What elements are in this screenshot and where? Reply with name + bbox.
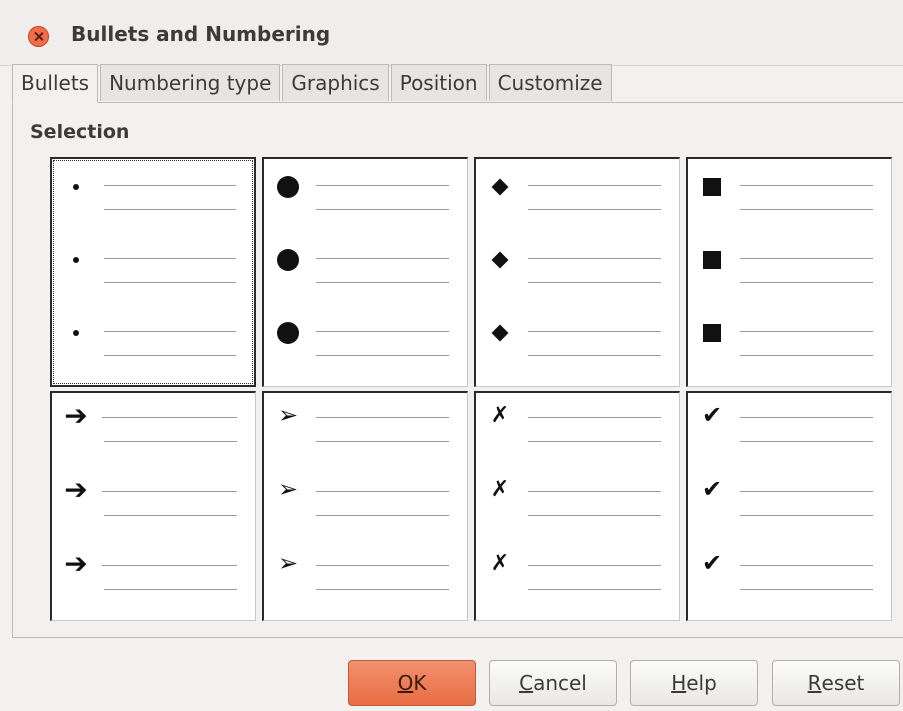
ok-mnemonic: O — [397, 671, 414, 695]
bullet-style-check-mark[interactable]: ✔ ✔ ✔ — [686, 391, 892, 621]
reset-button[interactable]: Reset — [772, 660, 900, 706]
help-mnemonic: H — [671, 671, 687, 695]
cancel-button[interactable]: Cancel — [489, 660, 617, 706]
ok-button[interactable]: OK — [348, 660, 476, 706]
diamond-bullet-icon — [484, 317, 516, 349]
tab-position[interactable]: Position — [390, 64, 487, 101]
tab-bullets[interactable]: Bullets — [12, 64, 99, 103]
arrow-bullet-icon: ➔ — [64, 546, 88, 580]
small-dot-bullet-icon — [60, 244, 92, 276]
help-button[interactable]: Help — [630, 660, 758, 706]
arrowhead-bullet-icon: ➢ — [277, 401, 299, 429]
cross-mark-bullet-icon: ✗ — [490, 476, 510, 502]
tab-graphics[interactable]: Graphics — [282, 64, 389, 101]
selection-label: Selection — [30, 121, 130, 143]
diamond-bullet-icon — [484, 171, 516, 203]
square-bullet-icon — [696, 317, 728, 349]
arrowhead-bullet-icon: ➢ — [277, 549, 299, 577]
help-label-rest: elp — [686, 671, 717, 695]
large-circle-bullet-icon — [272, 171, 304, 203]
cross-mark-bullet-icon: ✗ — [490, 402, 510, 428]
bullet-style-large-circle[interactable] — [262, 157, 468, 387]
bullet-style-arrow[interactable]: ➔ ➔ ➔ — [50, 391, 256, 621]
arrow-bullet-icon: ➔ — [64, 472, 88, 506]
large-circle-bullet-icon — [272, 317, 304, 349]
small-dot-bullet-icon — [60, 317, 92, 349]
arrowhead-bullet-icon: ➢ — [277, 475, 299, 503]
check-mark-bullet-icon: ✔ — [701, 475, 723, 503]
reset-label-rest: eset — [821, 671, 865, 695]
square-bullet-icon — [696, 171, 728, 203]
tab-numbering-type[interactable]: Numbering type — [100, 64, 281, 101]
check-mark-bullet-icon: ✔ — [701, 549, 723, 577]
cancel-mnemonic: C — [519, 671, 534, 695]
bullet-style-arrowhead[interactable]: ➢ ➢ ➢ — [262, 391, 468, 621]
bullet-style-square[interactable] — [686, 157, 892, 387]
square-bullet-icon — [696, 244, 728, 276]
ok-label-rest: K — [413, 671, 427, 695]
title-bar: Bullets and Numbering — [0, 0, 903, 66]
close-icon[interactable] — [28, 26, 49, 47]
bullet-style-small-dot[interactable] — [50, 157, 256, 387]
tab-bar: Bullets Numbering type Graphics Position… — [12, 64, 614, 103]
diamond-bullet-icon — [484, 244, 516, 276]
reset-mnemonic: R — [807, 671, 822, 695]
arrow-bullet-icon: ➔ — [64, 398, 88, 432]
tab-customize[interactable]: Customize — [488, 64, 612, 101]
cancel-label-rest: ancel — [533, 671, 587, 695]
window-title: Bullets and Numbering — [71, 22, 331, 46]
cross-mark-bullet-icon: ✗ — [490, 550, 510, 576]
small-dot-bullet-icon — [60, 171, 92, 203]
bullet-style-cross-mark[interactable]: ✗ ✗ ✗ — [474, 391, 680, 621]
check-mark-bullet-icon: ✔ — [701, 401, 723, 429]
large-circle-bullet-icon — [272, 244, 304, 276]
bullet-style-diamond[interactable] — [474, 157, 680, 387]
